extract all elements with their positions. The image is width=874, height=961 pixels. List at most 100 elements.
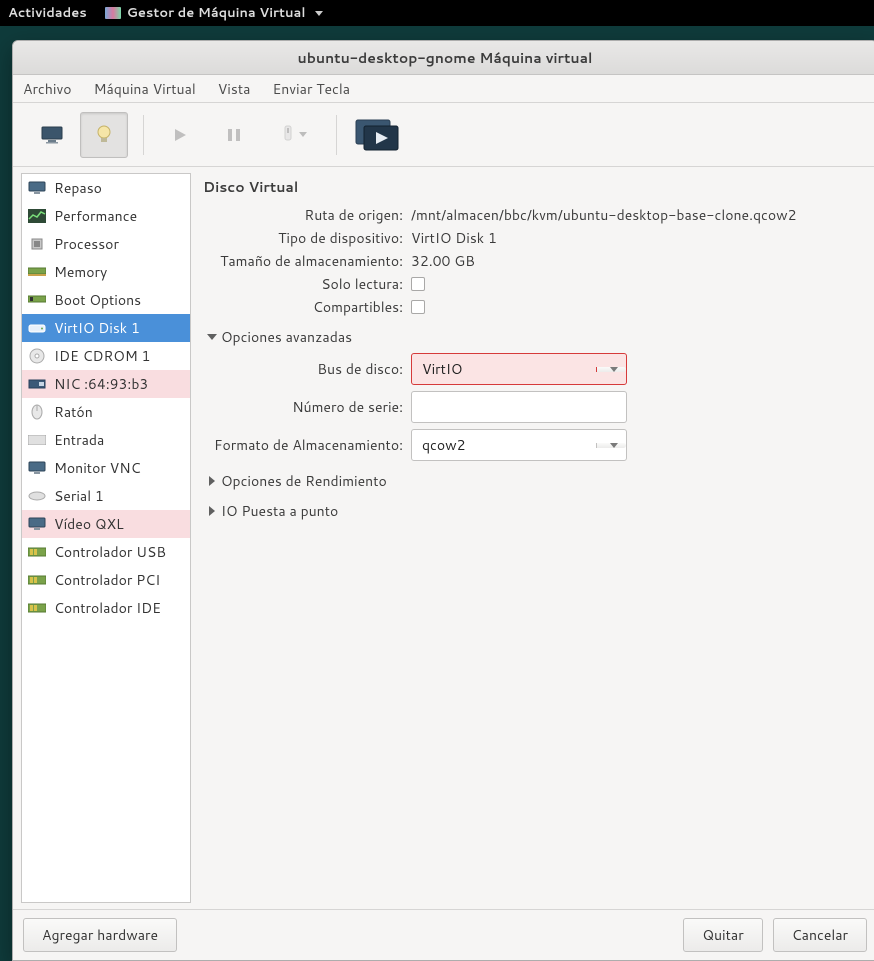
chevron-down-icon <box>610 443 618 448</box>
serial-icon <box>28 488 46 504</box>
monitor-icon <box>28 180 46 196</box>
chevron-down-icon <box>610 367 618 372</box>
cd-icon <box>28 348 46 364</box>
toolbar <box>13 103 874 167</box>
shutdown-button[interactable] <box>264 112 324 158</box>
mouse-icon <box>28 404 46 420</box>
expander-advanced[interactable]: Opciones avanzadas <box>209 327 857 347</box>
sidebar-item-ide-ctrl[interactable]: Controlador IDE <box>22 594 190 622</box>
toolbar-divider <box>336 115 337 155</box>
expander-performance[interactable]: Opciones de Rendimiento <box>209 471 857 491</box>
serial-input[interactable] <box>411 391 627 423</box>
remove-button[interactable]: Quitar <box>683 918 762 952</box>
details-view-button[interactable] <box>80 112 128 158</box>
menubar: Archivo Máquina Virtual Vista Enviar Tec… <box>13 75 874 103</box>
expander-io-tuning-label: IO Puesta a punto <box>221 501 338 521</box>
expander-arrow-icon <box>209 506 215 516</box>
section-title: Disco Virtual <box>203 177 857 197</box>
sidebar-item-usb-ctrl[interactable]: Controlador USB <box>22 538 190 566</box>
chart-icon <box>28 208 46 224</box>
pause-button[interactable] <box>210 112 258 158</box>
expander-performance-label: Opciones de Rendimiento <box>221 471 387 491</box>
label-disk-bus: Bus de disco: <box>203 359 403 379</box>
monitor-icon <box>28 460 46 476</box>
run-button[interactable] <box>156 112 204 158</box>
sidebar-item-label: VirtIO Disk 1 <box>54 318 140 338</box>
menu-view[interactable]: Vista <box>218 79 251 99</box>
sidebar-item-label: Controlador USB <box>54 542 166 562</box>
details-pane: Disco Virtual Ruta de origen:/mnt/almace… <box>191 167 874 909</box>
sidebar-item-label: Repaso <box>54 178 102 198</box>
sidebar-item-label: Monitor VNC <box>54 458 141 478</box>
sidebar-item-raton[interactable]: Ratón <box>22 398 190 426</box>
sidebar-item-serial-1[interactable]: Serial 1 <box>22 482 190 510</box>
pause-icon <box>227 128 241 142</box>
sidebar-item-video-qxl[interactable]: Vídeo QXL <box>22 510 190 538</box>
vm-details-window: ubuntu-desktop-gnome Máquina virtual Arc… <box>12 40 874 961</box>
cancel-label: Cancelar <box>792 925 848 945</box>
add-hardware-button[interactable]: Agregar hardware <box>23 918 177 952</box>
snapshots-icon <box>354 118 400 152</box>
sidebar-item-entrada[interactable]: Entrada <box>22 426 190 454</box>
gnome-topbar: Actividades Gestor de Máquina Virtual <box>0 0 874 26</box>
sidebar-item-label: Controlador IDE <box>54 598 161 618</box>
sidebar-item-pci-ctrl[interactable]: Controlador PCI <box>22 566 190 594</box>
sidebar-item-label: Ratón <box>54 402 93 422</box>
expander-arrow-icon <box>209 476 215 486</box>
ram-icon <box>28 264 46 280</box>
sidebar-item-label: Boot Options <box>54 290 141 310</box>
video-icon <box>28 516 46 532</box>
value-device-type: VirtIO Disk 1 <box>411 228 497 248</box>
expander-io-tuning[interactable]: IO Puesta a punto <box>209 501 857 521</box>
sidebar-item-processor[interactable]: Processor <box>22 230 190 258</box>
lightbulb-icon <box>95 124 113 146</box>
sidebar-item-label: Memory <box>54 262 107 282</box>
sidebar-item-label: Vídeo QXL <box>54 514 124 534</box>
cpu-icon <box>28 236 46 252</box>
sidebar-item-repaso[interactable]: Repaso <box>22 174 190 202</box>
sidebar-item-performance[interactable]: Performance <box>22 202 190 230</box>
shareable-checkbox[interactable] <box>411 300 425 314</box>
sidebar-item-label: Serial 1 <box>54 486 104 506</box>
vmm-app-icon <box>105 7 121 19</box>
ctrl-icon <box>28 600 46 616</box>
sidebar-item-label: Entrada <box>54 430 104 450</box>
readonly-checkbox[interactable] <box>411 277 425 291</box>
expander-advanced-label: Opciones avanzadas <box>221 327 352 347</box>
hardware-sidebar[interactable]: Repaso Performance Processor Memory Boot Opt… <box>21 173 191 903</box>
label-device-type: Tipo de dispositivo: <box>203 228 403 248</box>
expander-arrow-icon <box>207 334 217 340</box>
ctrl-icon <box>28 572 46 588</box>
snapshots-button[interactable] <box>349 112 405 158</box>
window-title: ubuntu-desktop-gnome Máquina virtual <box>298 48 593 68</box>
sidebar-item-label: Performance <box>54 206 137 226</box>
storage-format-combo[interactable]: qcow2 <box>411 429 627 461</box>
disk-bus-combo[interactable]: VirtIO <box>411 353 627 385</box>
window-titlebar[interactable]: ubuntu-desktop-gnome Máquina virtual <box>13 41 874 75</box>
sidebar-item-label: NIC :64:93:b3 <box>54 374 148 394</box>
sidebar-item-ide-cdrom-1[interactable]: IDE CDROM 1 <box>22 342 190 370</box>
value-source-path: /mnt/almacen/bbc/kvm/ubuntu-desktop-base… <box>411 205 797 225</box>
sidebar-item-label: Controlador PCI <box>54 570 160 590</box>
menu-file[interactable]: Archivo <box>23 79 72 99</box>
sidebar-item-memory[interactable]: Memory <box>22 258 190 286</box>
label-storage-size: Tamaño de almacenamiento: <box>203 251 403 271</box>
menu-vm[interactable]: Máquina Virtual <box>94 79 196 99</box>
hdd-icon <box>28 320 46 336</box>
sidebar-item-boot[interactable]: Boot Options <box>22 286 190 314</box>
boot-icon <box>28 292 46 308</box>
activities-button[interactable]: Actividades <box>8 4 87 22</box>
sidebar-item-monitor-vnc[interactable]: Monitor VNC <box>22 454 190 482</box>
menu-sendkey[interactable]: Enviar Tecla <box>272 79 350 99</box>
keyboard-icon <box>28 432 46 448</box>
label-readonly: Solo lectura: <box>203 274 403 294</box>
sidebar-item-nic[interactable]: NIC :64:93:b3 <box>22 370 190 398</box>
footer: Agregar hardware Quitar Cancelar <box>13 909 874 960</box>
label-shareable: Compartibles: <box>203 297 403 317</box>
sidebar-item-virtio-disk-1[interactable]: VirtIO Disk 1 <box>22 314 190 342</box>
app-menu[interactable]: Gestor de Máquina Virtual <box>105 4 324 22</box>
cancel-button[interactable]: Cancelar <box>773 918 867 952</box>
sidebar-item-label: IDE CDROM 1 <box>54 346 150 366</box>
remove-label: Quitar <box>702 925 743 945</box>
console-view-button[interactable] <box>28 112 76 158</box>
